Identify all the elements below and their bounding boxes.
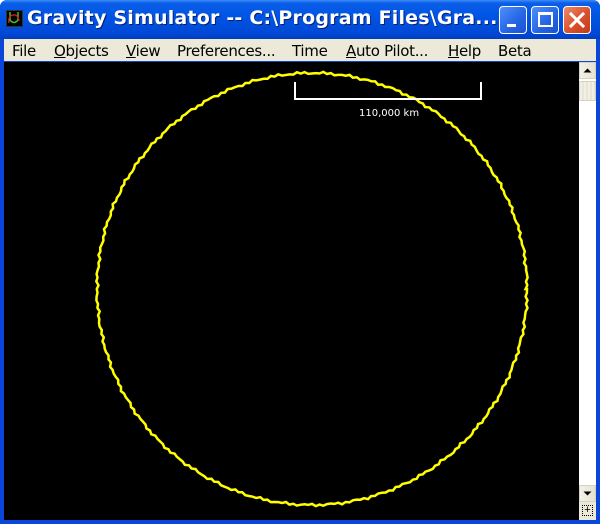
- scroll-thumb[interactable]: [579, 81, 596, 101]
- menu-preferences[interactable]: Preferences...: [177, 42, 276, 60]
- close-icon: [568, 11, 586, 29]
- maximize-button[interactable]: [531, 6, 559, 34]
- menu-bar: File Objects View Preferences... Time Au…: [4, 39, 596, 61]
- window-title: Gravity Simulator -- C:\Program Files\Gr…: [27, 7, 498, 29]
- maximize-icon: [538, 12, 553, 27]
- scroll-down-button[interactable]: [579, 485, 596, 502]
- scale-bar-label: 110,000 km: [359, 108, 420, 119]
- minimize-button[interactable]: [499, 6, 527, 34]
- arrow-down-icon: [583, 491, 592, 496]
- menu-objects-label: bjects: [65, 42, 109, 60]
- menu-help[interactable]: Help: [448, 42, 481, 60]
- app-icon[interactable]: [6, 10, 23, 27]
- vertical-scrollbar[interactable]: [579, 62, 596, 502]
- menu-view[interactable]: View: [126, 42, 161, 60]
- menu-auto-pilot-accel: A: [346, 42, 356, 60]
- menu-help-accel: H: [448, 42, 459, 60]
- scroll-corner[interactable]: +: [579, 502, 596, 520]
- menu-auto-pilot[interactable]: Auto Pilot...: [346, 42, 428, 60]
- title-bar[interactable]: Gravity Simulator -- C:\Program Files\Gr…: [0, 0, 600, 39]
- menu-view-label: iew: [135, 42, 161, 60]
- menu-auto-pilot-label: uto Pilot...: [355, 42, 429, 60]
- app-window: Gravity Simulator -- C:\Program Files\Gr…: [0, 0, 600, 524]
- menu-help-label: elp: [458, 42, 482, 60]
- menu-file[interactable]: File: [12, 42, 36, 60]
- menu-objects-accel: O: [54, 42, 66, 60]
- menu-time[interactable]: Time: [292, 42, 328, 60]
- scroll-up-button[interactable]: [579, 62, 596, 79]
- orbit-path: [94, 70, 529, 508]
- menu-beta[interactable]: Beta: [498, 42, 532, 60]
- move-crosshair-icon: +: [582, 505, 593, 516]
- menu-time-label: Time: [292, 42, 328, 60]
- menu-beta-label: Beta: [498, 42, 532, 60]
- close-button[interactable]: [563, 6, 591, 34]
- simulation-canvas[interactable]: 110,000 km: [4, 62, 579, 520]
- menu-file-label: File: [12, 42, 36, 60]
- menu-objects[interactable]: Objects: [54, 42, 109, 60]
- arrow-up-icon: [583, 68, 592, 73]
- menu-preferences-label: Preferences...: [177, 42, 276, 60]
- simulation-view: [94, 70, 529, 508]
- menu-view-accel: V: [126, 42, 136, 60]
- scale-bar: [294, 82, 482, 100]
- minimize-icon: [507, 24, 516, 27]
